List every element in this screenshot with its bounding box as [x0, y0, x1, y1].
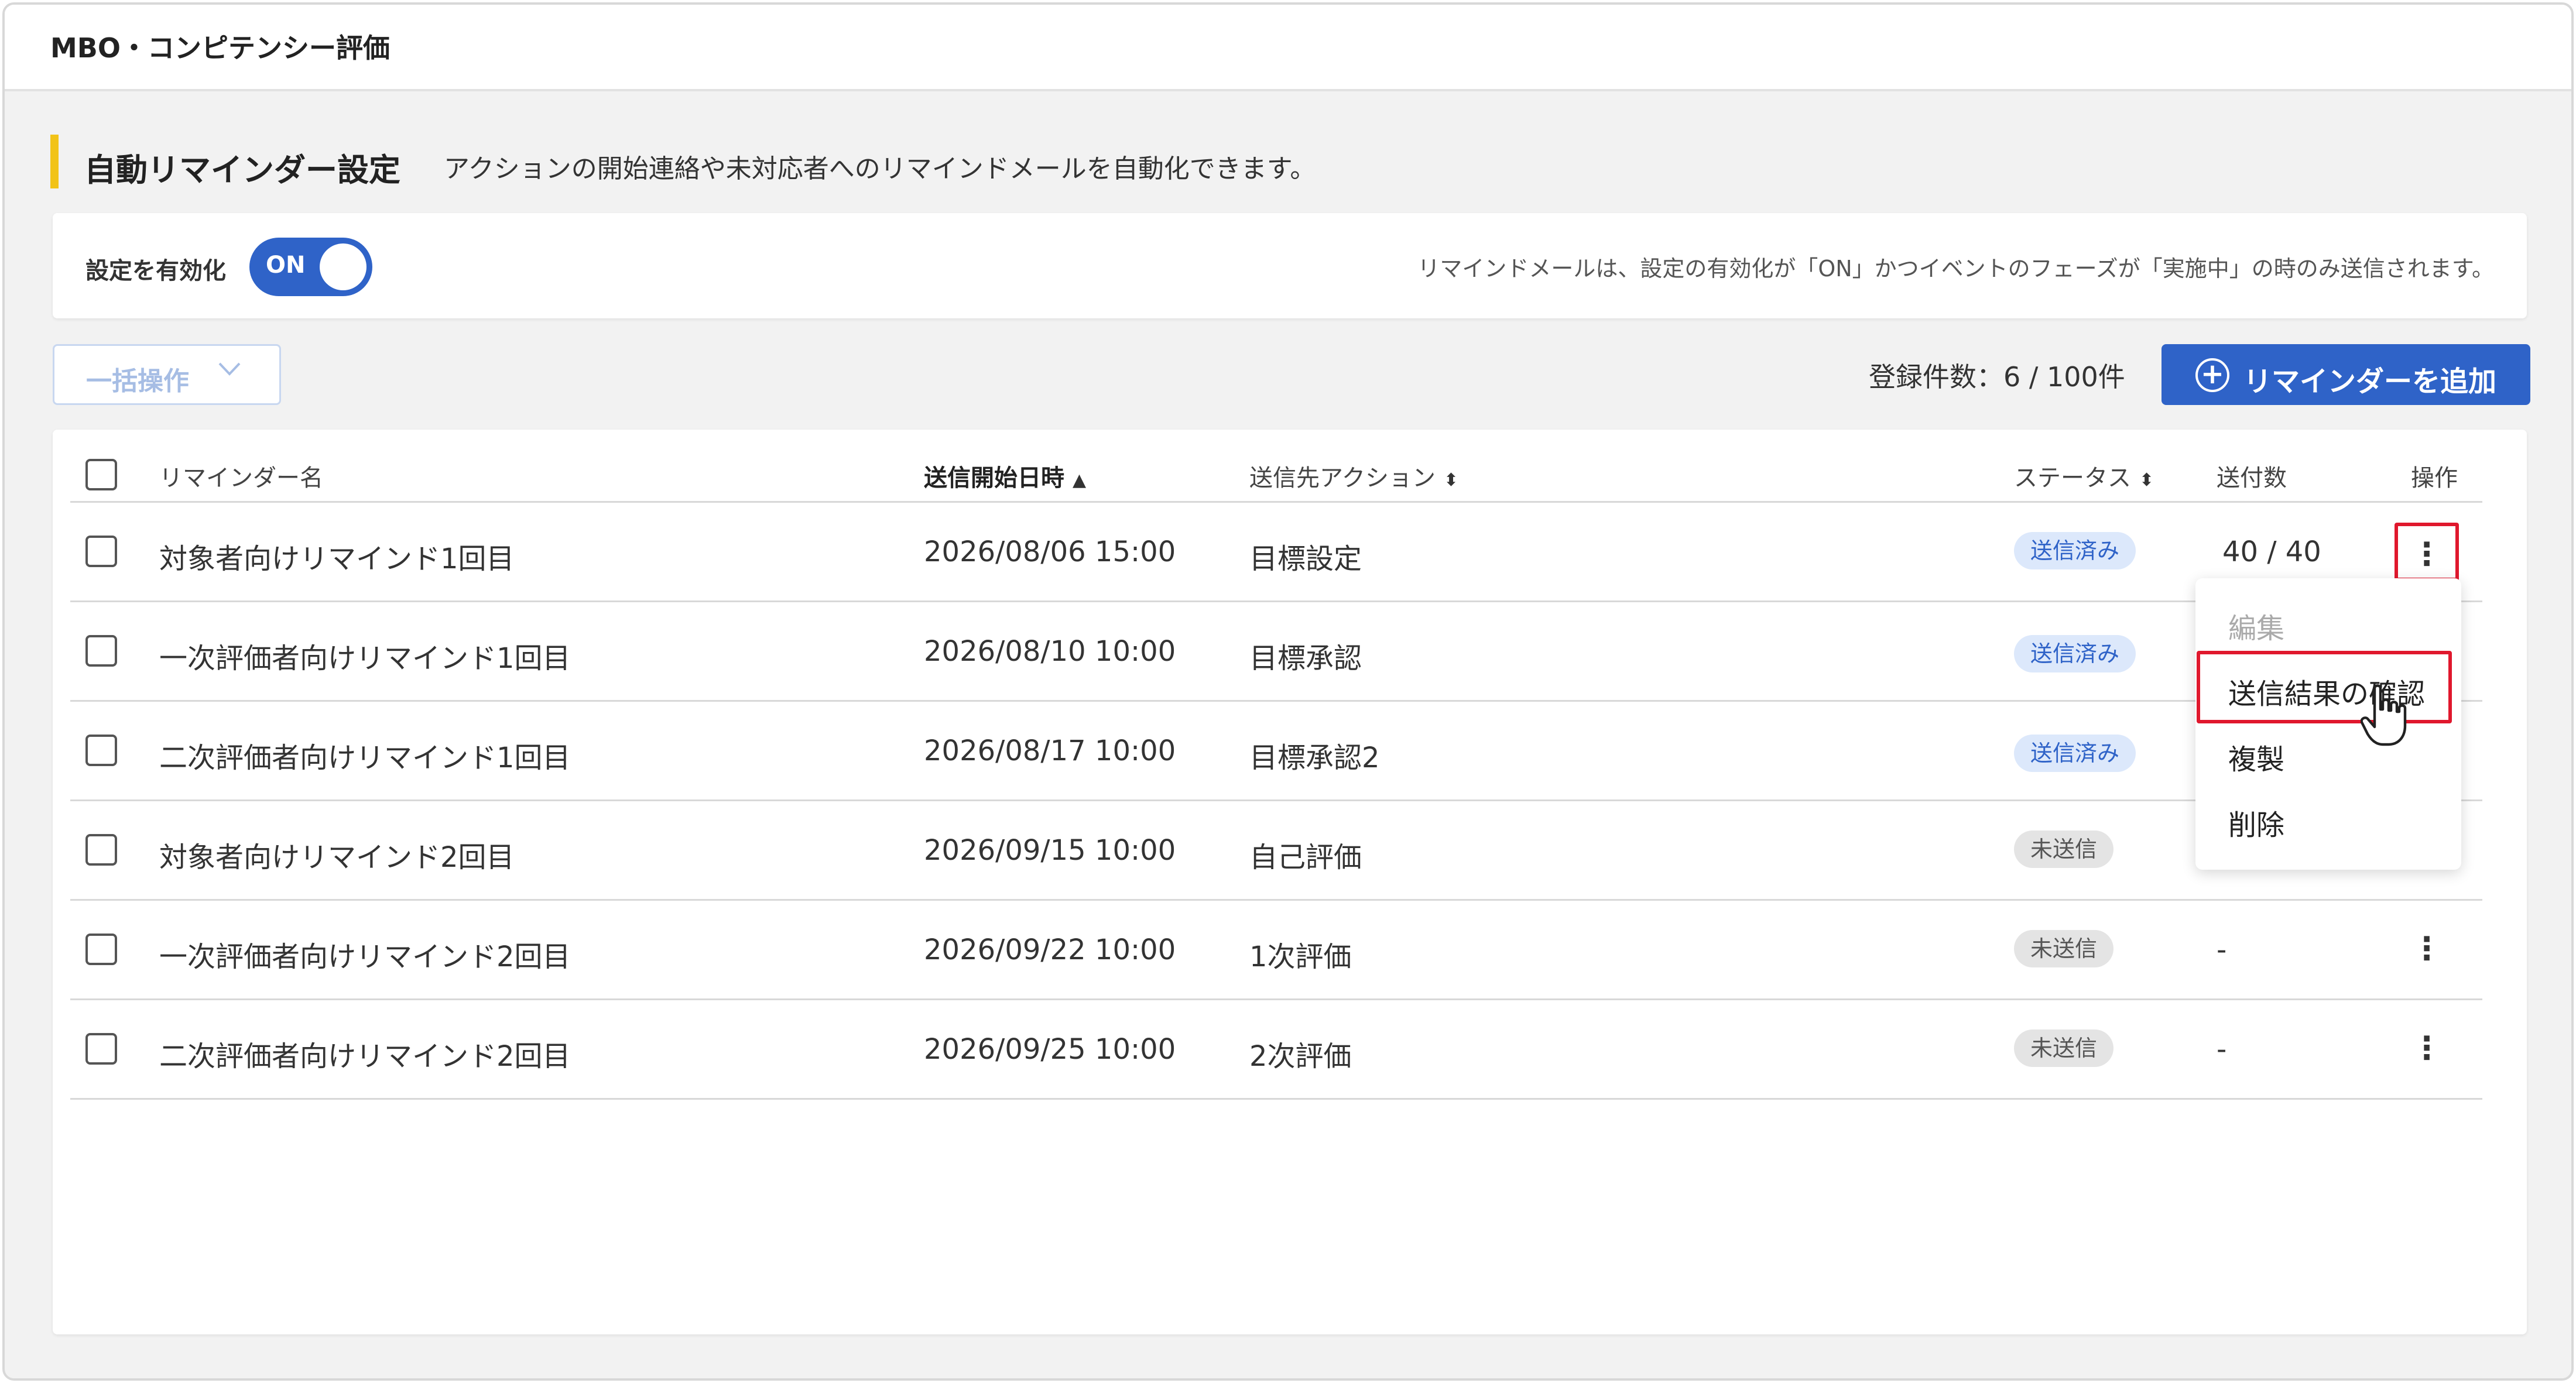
settings-note: リマインドメールは、設定の有効化が「ON」かつイベントのフェーズが「実施中」の時…: [1417, 256, 2494, 282]
row-start: 2026/08/17 10:00: [924, 735, 1176, 767]
row-checkbox[interactable]: [85, 536, 117, 567]
menu-item-duplicate[interactable]: 複製: [2228, 736, 2284, 777]
section-description: アクションの開始連絡や未対応者へのリマインドメールを自動化できます。: [444, 154, 1316, 184]
registration-count: 登録件数：6 / 100件: [1869, 361, 2125, 393]
table-row: 一次評価者向けリマインド2回目 2026/09/22 10:00 1次評価 未送…: [53, 901, 2527, 1000]
header-action[interactable]: 送信先アクション ⬍: [1249, 459, 1458, 493]
row-sent-count: -: [2217, 934, 2227, 966]
row-checkbox[interactable]: [85, 735, 117, 766]
row-sent-count: 40 / 40: [2222, 536, 2321, 568]
header-status-label: ステータス: [2014, 465, 2131, 492]
section-title: 自動リマインダー設定: [84, 152, 400, 188]
accent-bar: [50, 135, 59, 188]
row-name: 一次評価者向けリマインド1回目: [159, 642, 571, 675]
row-action: 目標承認: [1249, 642, 1362, 675]
row-action-menu: 編集 送信結果の確認 複製 削除: [2195, 578, 2461, 870]
row-checkbox[interactable]: [85, 635, 117, 667]
table-row: 二次評価者向けリマインド2回目 2026/09/25 10:00 2次評価 未送…: [53, 1000, 2527, 1100]
toggle-state-text: ON: [266, 252, 306, 279]
row-checkbox[interactable]: [85, 834, 117, 866]
table-row: 対象者向けリマインド2回目 2026/09/15 10:00 自己評価 未送信: [53, 801, 2527, 901]
header-name: リマインダー名: [159, 465, 323, 492]
top-bar: MBO・コンピテンシー評価: [5, 5, 2571, 91]
header-ops: 操作: [2411, 465, 2458, 492]
row-name: 対象者向けリマインド1回目: [159, 543, 515, 575]
table-row: 一次評価者向けリマインド1回目 2026/08/10 10:00 目標承認 送信…: [53, 602, 2527, 702]
status-badge: 送信済み: [2014, 532, 2136, 569]
toggle-knob: [320, 243, 366, 290]
sort-asc-icon: ▲: [1073, 470, 1087, 490]
row-menu-kebab-icon[interactable]: ⋮: [2395, 1020, 2459, 1079]
add-reminder-button[interactable]: + リマインダーを追加: [2161, 344, 2530, 405]
row-action: 目標承認2: [1249, 742, 1380, 774]
header-sent: 送付数: [2217, 465, 2287, 492]
row-action: 1次評価: [1249, 941, 1352, 973]
row-sent-count: -: [2217, 1033, 2227, 1066]
enable-toggle[interactable]: ON: [249, 238, 372, 296]
sort-both-icon: ⬍: [2139, 470, 2154, 490]
row-checkbox[interactable]: [85, 934, 117, 965]
settings-card: 設定を有効化 ON リマインドメールは、設定の有効化が「ON」かつイベントのフェ…: [53, 213, 2527, 318]
row-menu-kebab-icon[interactable]: ⋮: [2395, 921, 2459, 979]
status-badge: 未送信: [2014, 930, 2114, 967]
row-name: 二次評価者向けリマインド2回目: [159, 1040, 571, 1073]
header-start[interactable]: 送信開始日時 ▲: [924, 459, 1086, 493]
status-badge: 未送信: [2014, 1029, 2114, 1067]
table-row: 二次評価者向けリマインド1回目 2026/08/17 10:00 目標承認2 送…: [53, 702, 2527, 801]
row-start: 2026/09/22 10:00: [924, 934, 1176, 966]
row-checkbox[interactable]: [85, 1033, 117, 1065]
hand-pointer-icon: [2361, 684, 2407, 746]
row-action: 目標設定: [1249, 543, 1362, 575]
app-window: MBO・コンピテンシー評価 自動リマインダー設定 アクションの開始連絡や未対応者…: [2, 2, 2574, 1381]
status-badge: 未送信: [2014, 831, 2114, 868]
menu-item-edit: 編集: [2228, 612, 2285, 645]
plus-circle-icon: +: [2195, 358, 2229, 392]
reminder-table: リマインダー名 送信開始日時 ▲ 送信先アクション ⬍ ステータス ⬍ 送付数 操作 …: [53, 430, 2527, 1334]
bulk-action-dropdown[interactable]: 一括操作: [53, 344, 281, 405]
status-badge: 送信済み: [2014, 735, 2136, 772]
row-divider: [70, 1098, 2482, 1100]
row-start: 2026/08/06 15:00: [924, 536, 1176, 568]
app-title: MBO・コンピテンシー評価: [50, 32, 390, 64]
row-name: 二次評価者向けリマインド1回目: [159, 742, 571, 774]
menu-highlight-box: [2197, 651, 2452, 723]
header-status[interactable]: ステータス ⬍: [2014, 459, 2154, 493]
row-start: 2026/09/15 10:00: [924, 834, 1176, 867]
row-name: 対象者向けリマインド2回目: [159, 841, 515, 874]
table-row: 対象者向けリマインド1回目 2026/08/06 15:00 目標設定 送信済み…: [53, 503, 2527, 602]
chevron-down-icon: [216, 355, 243, 389]
menu-item-delete[interactable]: 削除: [2228, 802, 2284, 843]
enable-setting-label: 設定を有効化: [85, 258, 226, 284]
row-action: 自己評価: [1249, 841, 1362, 874]
bulk-action-label: 一括操作: [86, 366, 189, 396]
header-action-label: 送信先アクション: [1249, 465, 1436, 492]
row-start: 2026/08/10 10:00: [924, 635, 1176, 668]
add-reminder-label: リマインダーを追加: [2243, 365, 2497, 398]
row-name: 一次評価者向けリマインド2回目: [159, 941, 571, 973]
header-start-label: 送信開始日時: [924, 465, 1064, 492]
sort-both-icon: ⬍: [1444, 470, 1459, 490]
row-action: 2次評価: [1249, 1040, 1352, 1073]
status-badge: 送信済み: [2014, 635, 2136, 672]
row-menu-kebab-icon[interactable]: ⋮: [2395, 523, 2459, 581]
select-all-checkbox[interactable]: [85, 459, 117, 490]
row-start: 2026/09/25 10:00: [924, 1033, 1176, 1066]
